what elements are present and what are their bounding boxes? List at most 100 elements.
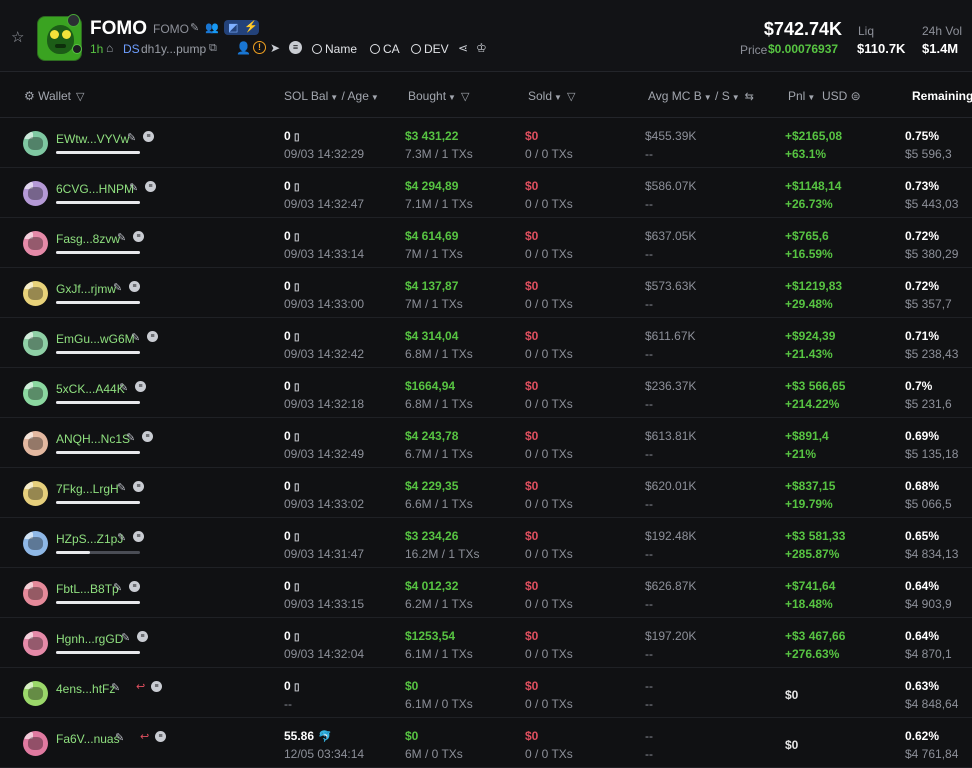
col-bought[interactable]: Bought ▼ ▽ bbox=[408, 89, 469, 103]
edit-icon[interactable]: ✎ bbox=[113, 281, 122, 294]
col-remaining-label[interactable]: Remaining% bbox=[912, 89, 972, 103]
sort-caret-icon[interactable]: ▼ bbox=[330, 93, 338, 102]
col-sol-age[interactable]: SOL Bal ▼ / Age ▼ bbox=[284, 89, 379, 103]
filter-icon[interactable]: ▽ bbox=[76, 91, 84, 103]
sort-caret-icon[interactable]: ▼ bbox=[732, 93, 740, 102]
menu-icon[interactable]: ≡ bbox=[147, 331, 158, 342]
wallet-address[interactable]: Fasg...8zvw bbox=[56, 232, 120, 246]
search-dev-link[interactable]: DEV bbox=[411, 42, 449, 56]
sort-caret-icon[interactable]: ▼ bbox=[554, 93, 562, 102]
edit-icon[interactable]: ✎ bbox=[111, 681, 120, 694]
wallet-address[interactable]: FbtL...B8Tp bbox=[56, 582, 119, 596]
wallet-avatar[interactable] bbox=[23, 681, 48, 706]
table-row[interactable]: Hgnh...rgGD ✎ ≡ 0 ▯ 09/03 14:32:04 $1253,54 6.… bbox=[0, 618, 972, 668]
filter-icon[interactable]: ▽ bbox=[567, 91, 575, 103]
star-icon[interactable]: ☆ bbox=[11, 30, 27, 46]
bolt-icon[interactable]: ⚡ bbox=[244, 20, 258, 33]
table-row[interactable]: FbtL...B8Tp ✎ ≡ 0 ▯ 09/03 14:33:15 $4 012,32 6… bbox=[0, 568, 972, 618]
social-badge[interactable]: ◩ ⚡ bbox=[224, 20, 259, 35]
warning-icon[interactable]: ! bbox=[253, 41, 266, 54]
currency-toggle-icon[interactable]: ⊜ bbox=[851, 89, 861, 103]
wallet-avatar[interactable] bbox=[23, 531, 48, 556]
dexscreener-link[interactable]: DS bbox=[123, 42, 140, 56]
gear-icon[interactable]: ⚙ bbox=[24, 89, 35, 103]
edit-icon[interactable]: ✎ bbox=[119, 381, 128, 394]
sort-caret-icon[interactable]: ▼ bbox=[807, 93, 815, 102]
edit-icon[interactable]: ✎ bbox=[127, 131, 136, 144]
table-row[interactable]: EWtw...VYVw ✎ ≡ 0 ▯ 09/03 14:32:29 $3 431,22 7… bbox=[0, 118, 972, 168]
edit-icon[interactable]: ✎ bbox=[117, 231, 126, 244]
edit-icon[interactable]: ✎ bbox=[126, 431, 135, 444]
col-avg-mc-label[interactable]: Avg MC B bbox=[648, 89, 702, 103]
edit-icon[interactable]: ✎ bbox=[117, 531, 126, 544]
menu-icon[interactable]: ≡ bbox=[135, 381, 146, 392]
wallet-address[interactable]: HZpS...Z1pJ bbox=[56, 532, 123, 546]
telegram-icon[interactable]: ➤ bbox=[270, 41, 280, 55]
copy-icon[interactable]: ⧉ bbox=[209, 42, 217, 55]
table-row[interactable]: 5xCK...A44K ✎ ≡ 0 ▯ 09/03 14:32:18 $1664,94 6.… bbox=[0, 368, 972, 418]
home-icon[interactable]: ⌂ bbox=[106, 41, 113, 55]
table-row[interactable]: EmGu...wG6M ✎ ≡ 0 ▯ 09/03 14:32:42 $4 314,04 6… bbox=[0, 318, 972, 368]
col-pnl-label[interactable]: Pnl bbox=[788, 89, 805, 103]
edit-icon[interactable]: ✎ bbox=[121, 631, 130, 644]
search-ca-link[interactable]: CA bbox=[370, 42, 400, 56]
wallet-address[interactable]: ANQH...Nc1S bbox=[56, 432, 130, 446]
col-sold[interactable]: Sold ▼ ▽ bbox=[528, 89, 575, 103]
menu-icon[interactable]: ≡ bbox=[129, 581, 140, 592]
wallet-address[interactable]: GxJf...rjmw bbox=[56, 282, 116, 296]
col-avg-mc[interactable]: Avg MC B ▼ / S ▼ ⇆ bbox=[648, 89, 754, 103]
menu-icon[interactable]: ≡ bbox=[133, 481, 144, 492]
col-avg-s-label[interactable]: S bbox=[722, 89, 730, 103]
col-wallet[interactable]: ⚙ Wallet ▽ bbox=[24, 89, 84, 103]
filter-icon[interactable]: ▽ bbox=[461, 91, 469, 103]
menu-icon[interactable]: ≡ bbox=[129, 281, 140, 292]
search-name-link[interactable]: Name bbox=[312, 42, 357, 56]
menu-icon[interactable]: ≡ bbox=[289, 41, 302, 54]
table-row[interactable]: 4ens...htFz ✎ ↩ ≡ 0 ▯ -- $0 6.1M / 0 TXs $0 0 / 0… bbox=[0, 668, 972, 718]
col-pnl[interactable]: Pnl ▼ USD ⊜ bbox=[788, 89, 861, 103]
menu-icon[interactable]: ≡ bbox=[133, 531, 144, 542]
wallet-avatar[interactable] bbox=[23, 131, 48, 156]
menu-icon[interactable]: ≡ bbox=[142, 431, 153, 442]
twitter-icon[interactable]: ◩ bbox=[228, 21, 238, 34]
sort-caret-icon[interactable]: ▼ bbox=[448, 93, 456, 102]
contract-address[interactable]: dh1y...pump bbox=[141, 42, 206, 56]
col-sol-label[interactable]: SOL Bal bbox=[284, 89, 328, 103]
table-row[interactable]: GxJf...rjmw ✎ ≡ 0 ▯ 09/03 14:33:00 $4 137,87 7… bbox=[0, 268, 972, 318]
wallet-avatar[interactable] bbox=[23, 481, 48, 506]
col-remaining[interactable]: Remaining% bbox=[912, 89, 972, 103]
col-age-label[interactable]: Age bbox=[348, 89, 369, 103]
col-bought-label[interactable]: Bought bbox=[408, 89, 446, 103]
share-icon[interactable]: ⋖ bbox=[458, 41, 468, 55]
sort-caret-icon[interactable]: ▼ bbox=[704, 93, 712, 102]
person-icon[interactable]: 👤 bbox=[236, 41, 251, 55]
table-row[interactable]: 6CVG...HNPM ✎ ≡ 0 ▯ 09/03 14:32:47 $4 294,89 7… bbox=[0, 168, 972, 218]
menu-icon[interactable]: ≡ bbox=[155, 731, 166, 742]
edit-icon[interactable]: ✎ bbox=[115, 731, 124, 744]
wallet-address[interactable]: 7Fkg...LrgH bbox=[56, 482, 119, 496]
wallet-address[interactable]: Fa6V...nuas bbox=[56, 732, 120, 746]
table-row[interactable]: Fa6V...nuas ✎ ↩ ≡ 55.86 🐬 12/05 03:34:14 $0 6M /… bbox=[0, 718, 972, 768]
menu-icon[interactable]: ≡ bbox=[133, 231, 144, 242]
edit-icon[interactable]: ✎ bbox=[131, 331, 140, 344]
wallet-avatar[interactable] bbox=[23, 381, 48, 406]
wallet-avatar[interactable] bbox=[23, 431, 48, 456]
swap-icon[interactable]: ⇆ bbox=[745, 91, 754, 103]
edit-icon[interactable]: ✎ bbox=[113, 581, 122, 594]
wallet-avatar[interactable] bbox=[23, 231, 48, 256]
wallet-address[interactable]: 5xCK...A44K bbox=[56, 382, 125, 396]
menu-icon[interactable]: ≡ bbox=[137, 631, 148, 642]
wallet-address[interactable]: 6CVG...HNPM bbox=[56, 182, 134, 196]
menu-icon[interactable]: ≡ bbox=[151, 681, 162, 692]
wallet-address[interactable]: EmGu...wG6M bbox=[56, 332, 135, 346]
menu-icon[interactable]: ≡ bbox=[143, 131, 154, 142]
sort-caret-icon[interactable]: ▼ bbox=[371, 93, 379, 102]
edit-icon[interactable]: ✎ bbox=[190, 21, 199, 34]
wallet-avatar[interactable] bbox=[23, 581, 48, 606]
wallet-avatar[interactable] bbox=[23, 331, 48, 356]
people-icon[interactable]: 👥 bbox=[205, 21, 219, 34]
crown-icon[interactable]: ♔ bbox=[476, 41, 487, 55]
table-row[interactable]: HZpS...Z1pJ ✎ ≡ 0 ▯ 09/03 14:31:47 $3 234,26 1… bbox=[0, 518, 972, 568]
wallet-avatar[interactable] bbox=[23, 731, 48, 756]
table-row[interactable]: Fasg...8zvw ✎ ≡ 0 ▯ 09/03 14:33:14 $4 614,69 7… bbox=[0, 218, 972, 268]
